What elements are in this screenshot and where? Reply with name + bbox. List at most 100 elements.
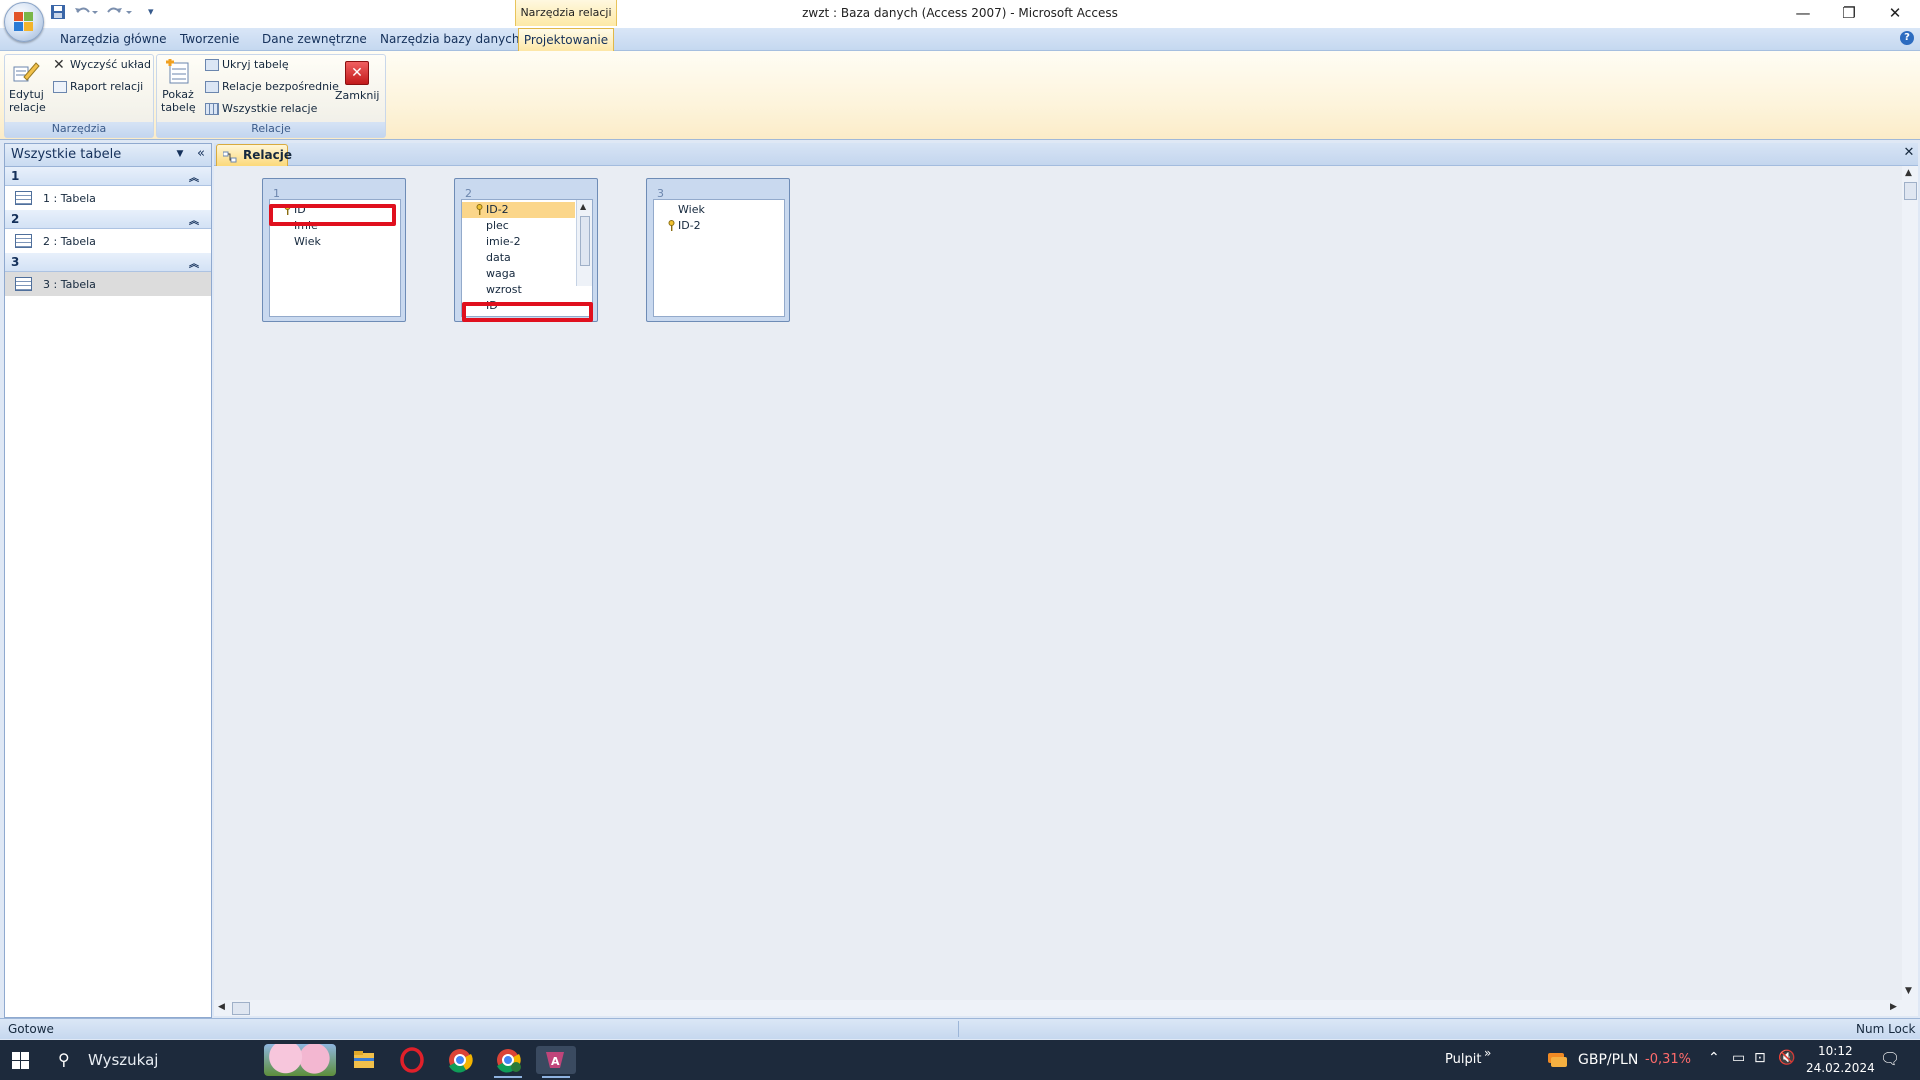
clear-layout-label: Wyczyść układ: [70, 58, 151, 71]
relationships-canvas[interactable]: 1 ID Imie Wiek 2 ID-2 plec imie-2 data w…: [214, 166, 1902, 1000]
show-table-button[interactable]: Pokaż tabelę: [161, 58, 196, 115]
office-button[interactable]: [4, 2, 44, 42]
document-tab-relacje[interactable]: Relacje: [216, 144, 292, 166]
chevron-up-icon[interactable]: ︽: [189, 255, 199, 270]
opera-icon[interactable]: [392, 1046, 432, 1074]
close-icon: ✕: [345, 61, 369, 85]
search-highlight-image[interactable]: [264, 1044, 336, 1076]
chevron-up-icon[interactable]: ︽: [189, 212, 199, 227]
hide-table-icon: [205, 59, 219, 71]
edit-relations-label-1: Edytuj: [9, 88, 44, 101]
status-divider: [958, 1021, 959, 1037]
chrome-icon[interactable]: [440, 1046, 480, 1074]
document-close-icon[interactable]: ✕: [1902, 145, 1916, 161]
relation-report-button[interactable]: Raport relacji: [53, 78, 143, 96]
group-narzedzia-label: Narzędzia: [5, 122, 153, 137]
field-list-scrollbar[interactable]: ▲: [576, 200, 592, 286]
nav-pane-header[interactable]: Wszystkie tabele ▼ «: [5, 144, 211, 167]
field-row[interactable]: imie-2: [462, 234, 592, 250]
scrollbar-thumb[interactable]: [232, 1002, 250, 1015]
field-row[interactable]: Wiek: [270, 234, 400, 250]
nav-item-label: 2 : Tabela: [43, 235, 96, 248]
hide-table-label: Ukryj tabelę: [222, 58, 289, 71]
clock-time[interactable]: 10:12: [1818, 1044, 1853, 1058]
field-row[interactable]: plec: [462, 218, 592, 234]
svg-text:A: A: [551, 1055, 560, 1068]
scroll-up-icon[interactable]: ▲: [580, 202, 586, 211]
table-box-3[interactable]: 3 Wiek ID-2: [646, 178, 790, 322]
desktop-chevron-icon[interactable]: »: [1484, 1046, 1491, 1060]
field-row[interactable]: data: [462, 250, 592, 266]
currency-pair[interactable]: GBP/PLN: [1578, 1052, 1638, 1068]
nav-dropdown-icon[interactable]: ▼: [173, 147, 187, 161]
scroll-left-icon[interactable]: ◀: [218, 1002, 225, 1012]
scrollbar-thumb[interactable]: [1904, 182, 1917, 200]
clock-date[interactable]: 24.02.2024: [1806, 1061, 1875, 1075]
status-bar: Gotowe Num Lock: [0, 1018, 1920, 1039]
windows-start-icon[interactable]: [12, 1052, 29, 1069]
nav-pane-title: Wszystkie tabele: [11, 147, 122, 162]
help-icon[interactable]: ?: [1900, 31, 1914, 45]
table-icon: [15, 234, 32, 248]
num-lock-indicator: Num Lock: [1856, 1022, 1916, 1036]
primary-key-icon: [668, 220, 675, 231]
table-box-2[interactable]: 2 ID-2 plec imie-2 data waga wzrost ID ▲: [454, 178, 598, 322]
restore-button[interactable]: ❐: [1826, 2, 1872, 26]
nav-item-table-1[interactable]: 1 : Tabela: [5, 186, 211, 210]
field-row[interactable]: ID-2: [654, 218, 784, 234]
search-placeholder: Wyszukaj: [88, 1051, 159, 1069]
tab-home[interactable]: Narzędzia główne: [48, 28, 179, 50]
window-title: zwzt : Baza danych (Access 2007) - Micro…: [802, 6, 1118, 20]
chrome-profile-icon[interactable]: [488, 1046, 528, 1078]
all-relations-label: Wszystkie relacje: [222, 102, 318, 115]
horizontal-scrollbar[interactable]: ◀ ▶: [214, 1000, 1918, 1016]
table-box-1[interactable]: 1 ID Imie Wiek: [262, 178, 406, 322]
tab-design[interactable]: Projektowanie: [518, 28, 614, 52]
nav-group-3[interactable]: 3 ︽: [5, 253, 211, 272]
all-relations-button[interactable]: Wszystkie relacje: [205, 100, 317, 118]
vertical-scrollbar[interactable]: ▲ ▼: [1902, 166, 1918, 1000]
direct-relations-button[interactable]: Relacje bezpośrednie: [205, 78, 339, 96]
tab-external-data[interactable]: Dane zewnętrzne: [250, 28, 379, 50]
field-row[interactable]: ID-2: [462, 202, 575, 218]
currency-widget-icon[interactable]: [1546, 1049, 1568, 1071]
network-icon[interactable]: ⊡: [1754, 1050, 1766, 1066]
report-icon: [53, 81, 67, 93]
tray-device-icon[interactable]: ▭: [1732, 1050, 1745, 1066]
clear-layout-button[interactable]: ✕ Wyczyść układ: [53, 56, 151, 74]
nav-item-table-2[interactable]: 2 : Tabela: [5, 229, 211, 253]
close-button[interactable]: ✕: [1872, 2, 1918, 26]
scrollbar-thumb[interactable]: [580, 216, 590, 266]
edit-relations-button[interactable]: Edytuj relacje: [9, 59, 46, 115]
chevron-up-icon[interactable]: ︽: [189, 169, 199, 184]
nav-group-2[interactable]: 2 ︽: [5, 210, 211, 229]
tab-database-tools[interactable]: Narzędzia bazy danych: [368, 28, 531, 50]
notifications-icon[interactable]: 🗨: [1880, 1049, 1900, 1068]
scroll-up-icon[interactable]: ▲: [1905, 168, 1912, 178]
scroll-right-icon[interactable]: ▶: [1890, 1002, 1897, 1012]
field-row[interactable]: waga: [462, 266, 592, 282]
field-row[interactable]: Wiek: [654, 202, 784, 218]
nav-item-label: 1 : Tabela: [43, 192, 96, 205]
nav-group-1[interactable]: 1 ︽: [5, 167, 211, 186]
taskbar-search[interactable]: ⚲ Wyszukaj: [48, 1040, 268, 1080]
desktop-label[interactable]: Pulpit: [1445, 1052, 1481, 1067]
access-taskbar-icon[interactable]: A: [536, 1046, 576, 1078]
group-relacje-label: Relacje: [157, 122, 385, 137]
taskbar: ⚲ Wyszukaj A Pulpit » GBP/PLN -0,31% ⌃ ▭…: [0, 1040, 1920, 1080]
tray-chevron-up-icon[interactable]: ⌃: [1708, 1050, 1720, 1066]
show-table-label-2: tabelę: [161, 101, 196, 114]
close-relations-button[interactable]: ✕ Zamknij: [335, 61, 379, 111]
direct-relations-icon: [205, 81, 219, 93]
tab-create[interactable]: Tworzenie: [168, 28, 251, 50]
field-row[interactable]: wzrost: [462, 282, 592, 298]
nav-collapse-icon[interactable]: «: [193, 146, 209, 162]
relation-report-label: Raport relacji: [70, 80, 144, 93]
hide-table-button[interactable]: Ukryj tabelę: [205, 56, 289, 74]
scroll-down-icon[interactable]: ▼: [1905, 986, 1912, 996]
volume-muted-icon[interactable]: 🔇: [1778, 1050, 1795, 1066]
nav-item-table-3[interactable]: 3 : Tabela: [5, 272, 211, 296]
file-explorer-icon[interactable]: [344, 1046, 384, 1074]
search-icon: ⚲: [58, 1050, 70, 1069]
minimize-button[interactable]: —: [1780, 2, 1826, 26]
